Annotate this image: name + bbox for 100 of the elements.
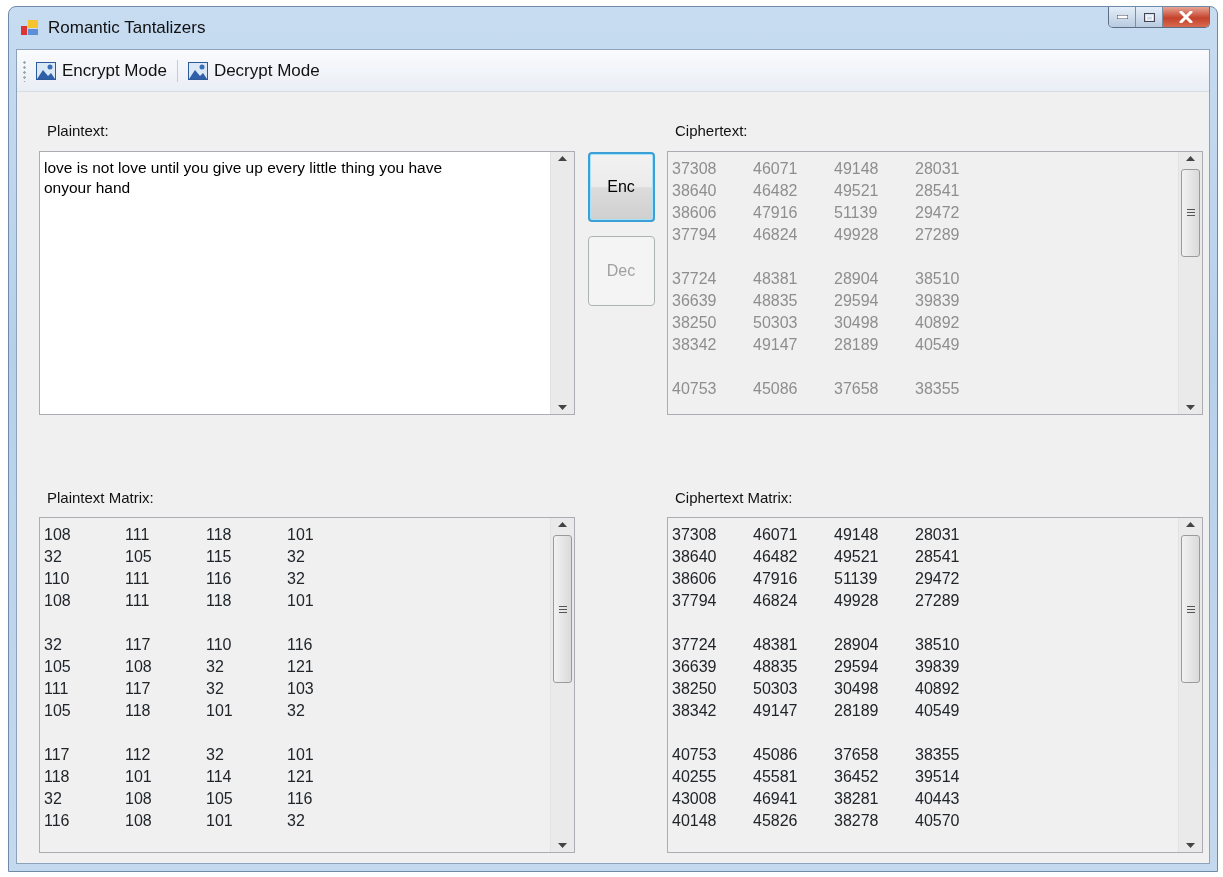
matrix-value: 38606	[672, 569, 718, 589]
field-label: Ciphertext:	[674, 121, 749, 141]
window-title: Romantic Tantalizers	[48, 17, 206, 40]
matrix-value: 116	[287, 635, 314, 655]
matrix-value: 38281	[834, 789, 880, 809]
matrix-value: 116	[287, 789, 314, 809]
matrix-value: 32	[206, 657, 225, 677]
scroll-thumb[interactable]	[553, 535, 572, 683]
matrix-value: 49148	[834, 158, 880, 179]
matrix-value: 37308	[672, 525, 718, 545]
matrix-value: 29472	[915, 202, 961, 223]
scrollbar[interactable]	[1178, 518, 1202, 852]
matrix-value: 32	[206, 745, 225, 765]
matrix-value: 115	[206, 547, 233, 567]
matrix-value: 116	[44, 811, 71, 831]
matrix-value: 110	[206, 635, 233, 655]
scroll-up-icon[interactable]	[558, 155, 567, 161]
matrix-value: 28541	[915, 180, 961, 201]
plaintext-value: love is not love until you give up every little thing you have onyour hand	[44, 157, 444, 198]
matrix-value: 116	[206, 569, 233, 589]
matrix-value: 28189	[834, 701, 880, 721]
matrix-value: 38250	[672, 312, 718, 333]
matrix-value: 30498	[834, 312, 880, 333]
close-icon	[1179, 11, 1193, 23]
ciphertext-matrix-field[interactable]	[667, 517, 1203, 853]
field-label: Plaintext Matrix:	[46, 487, 155, 508]
matrix-value: 38510	[915, 268, 961, 289]
matrix-value: 28904	[834, 635, 880, 655]
matrix-value: 40753	[672, 745, 718, 765]
matrix-value: 45826	[753, 811, 799, 831]
scroll-down-icon[interactable]	[558, 843, 567, 848]
matrix-value: 37658	[834, 745, 880, 765]
matrix-value: 112	[125, 745, 152, 765]
matrix-value: 118	[206, 591, 233, 611]
matrix-value: 40892	[915, 312, 961, 333]
matrix-value: 51139	[834, 202, 879, 223]
matrix-value: 38355	[915, 378, 961, 399]
scroll-down-icon[interactable]	[558, 404, 567, 410]
matrix-value: 49928	[834, 591, 880, 611]
matrix-value: 28904	[834, 268, 880, 289]
matrix-value: 49147	[753, 334, 799, 355]
matrix-value: 45581	[753, 767, 799, 787]
matrix-value: 110	[44, 569, 71, 589]
matrix-value: 46824	[753, 224, 799, 245]
matrix-value: 46482	[753, 547, 799, 567]
plaintext-field[interactable]: love is not love until you give up every little thing you have onyour hand	[39, 150, 575, 415]
matrix-value: 111	[125, 525, 151, 545]
matrix-value: 46824	[753, 591, 799, 611]
matrix-value: 32	[206, 679, 225, 699]
matrix-value: 38640	[672, 547, 718, 567]
matrix-value: 49521	[834, 547, 880, 567]
matrix-value: 38510	[915, 635, 961, 655]
matrix-value: 32	[287, 547, 306, 567]
matrix-value: 48835	[753, 657, 799, 677]
matrix-value: 29594	[834, 657, 880, 677]
scrollbar[interactable]	[550, 151, 574, 414]
matrix-value: 105	[44, 701, 72, 721]
scroll-up-icon[interactable]	[558, 522, 567, 527]
toolbar-grip[interactable]	[23, 59, 26, 82]
matrix-value: 32	[44, 547, 63, 567]
close-button[interactable]	[1163, 7, 1209, 27]
matrix-value: 101	[287, 745, 315, 765]
matrix-value: 32	[287, 569, 306, 589]
matrix-value: 27289	[915, 591, 961, 611]
scroll-thumb[interactable]	[1181, 535, 1200, 683]
matrix-value: 48835	[753, 290, 799, 311]
field-label: Ciphertext Matrix:	[674, 487, 794, 508]
matrix-value: 37724	[672, 268, 718, 289]
matrix-value: 111	[125, 591, 151, 611]
plaintext-matrix-field[interactable]: 108 111 118 101 32 105 115 32 110 111 116 32 108 111 118 101 32 117 110 116 105 108 32 121 111 117 32 103 105 118 101 32 117 112 32 101 118 101 114 121 32 108 105 116 116 108 101 32	[39, 517, 575, 853]
grip-icon	[558, 605, 567, 613]
matrix-value: 105	[125, 547, 153, 567]
scroll-down-icon[interactable]	[1186, 843, 1195, 848]
matrix-value: 28031	[915, 158, 961, 179]
matrix-value: 101	[287, 525, 315, 545]
matrix-value: 38355	[915, 745, 961, 765]
matrix-value: 48381	[753, 635, 799, 655]
scroll-up-icon[interactable]	[1186, 522, 1195, 527]
matrix-value: 51139	[834, 569, 879, 589]
matrix-value: 45086	[753, 378, 799, 399]
matrix-value: 28541	[915, 547, 961, 567]
action-button[interactable]: Enc	[587, 152, 655, 222]
matrix-value: 46482	[753, 180, 799, 201]
matrix-value: 39839	[915, 657, 961, 677]
matrix-value: 32	[44, 635, 63, 655]
matrix-value: 111	[44, 679, 70, 699]
matrix-value: 108	[125, 789, 153, 809]
matrix-value: 50303	[753, 312, 799, 333]
matrix-value: 43008	[672, 789, 718, 809]
matrix-value: 37794	[672, 224, 718, 245]
toolbar-button[interactable]: Decrypt Mode	[183, 55, 324, 86]
image-icon	[187, 61, 208, 80]
maximize-button[interactable]	[1136, 7, 1163, 27]
matrix-value: 49148	[834, 525, 880, 545]
matrix-value: 38278	[834, 811, 880, 831]
toolbar-button[interactable]: Encrypt Mode	[32, 55, 171, 86]
matrix-value: 36639	[672, 657, 718, 677]
matrix-value: 40549	[915, 334, 961, 355]
matrix-value: 101	[206, 701, 234, 721]
scrollbar[interactable]	[550, 518, 574, 852]
